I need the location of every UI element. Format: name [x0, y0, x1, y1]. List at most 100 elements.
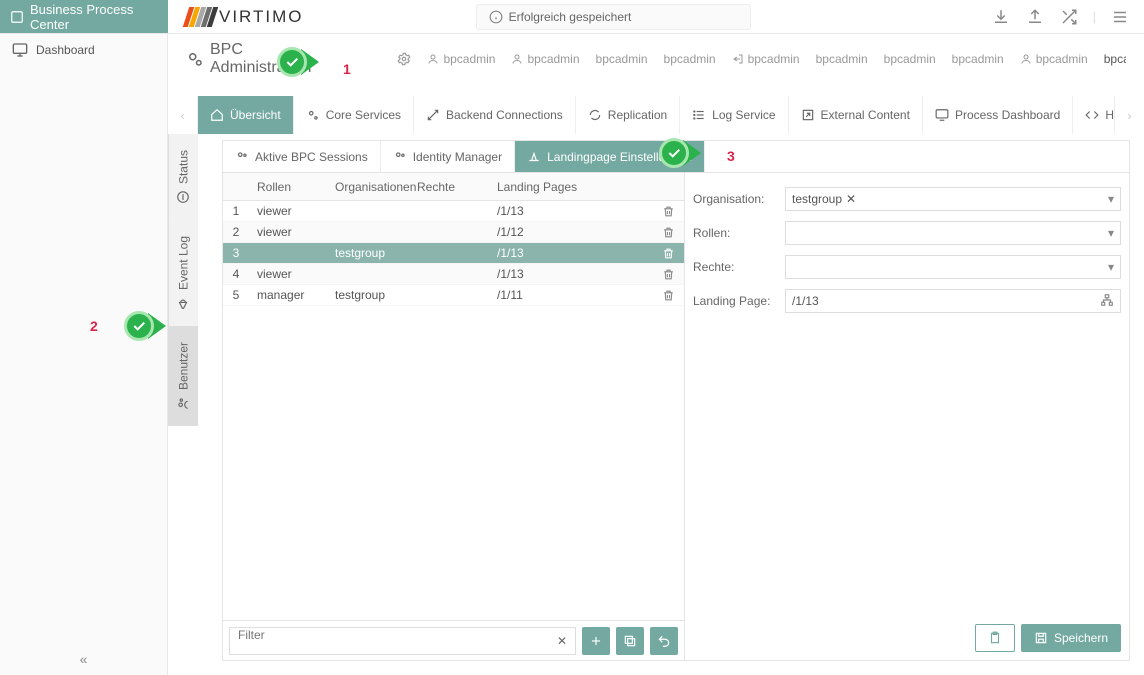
- tab-replication[interactable]: Replication: [576, 96, 680, 134]
- tab-uebersicht[interactable]: Übersicht: [198, 96, 294, 134]
- lp-label: Landing Page:: [693, 294, 775, 308]
- crumb-item[interactable]: bpcadmin: [664, 52, 716, 66]
- lp-input[interactable]: /1/13: [785, 289, 1121, 313]
- gears-icon: [186, 50, 204, 68]
- user-icon: [511, 53, 523, 65]
- remove-chip-icon[interactable]: ✕: [846, 192, 856, 206]
- crumb-item[interactable]: bpcadmin: [1020, 52, 1088, 66]
- save-icon: [1034, 631, 1048, 645]
- tab-log-service[interactable]: Log Service: [680, 96, 788, 134]
- table-row[interactable]: 5 manager testgroup /1/11: [223, 285, 684, 306]
- expand-icon: [426, 108, 440, 122]
- org-select[interactable]: testgroup ✕ ▾: [785, 187, 1121, 211]
- minus-circle-icon: [177, 190, 191, 204]
- list-icon: [692, 108, 706, 122]
- external-icon: [801, 108, 815, 122]
- tab-html-content[interactable]: HTML Content: [1073, 96, 1114, 134]
- crumb-item[interactable]: bpcadmin: [511, 52, 579, 66]
- crumb-item[interactable]: bpcadmin: [884, 52, 936, 66]
- notification-toast: Erfolgreich gespeichert: [476, 4, 751, 30]
- landing-icon: [527, 150, 541, 164]
- vtab-benutzer[interactable]: Benutzer: [168, 326, 198, 426]
- save-button[interactable]: Speichern: [1021, 624, 1121, 652]
- plus-icon: [589, 634, 603, 648]
- annotation-num-3: 3: [727, 148, 735, 164]
- tab-process-dashboard[interactable]: Process Dashboard: [923, 96, 1073, 134]
- sidebar-item-dashboard[interactable]: Dashboard: [0, 34, 167, 66]
- undo-icon: [657, 634, 671, 648]
- annotation-num-2: 2: [90, 318, 98, 334]
- copy-button[interactable]: [616, 627, 644, 655]
- table-row[interactable]: 1 viewer /1/13: [223, 201, 684, 222]
- add-button[interactable]: [582, 627, 610, 655]
- sidebar-item-label: Dashboard: [36, 43, 95, 57]
- tab-external-content[interactable]: External Content: [789, 96, 923, 134]
- col-org[interactable]: Organisationen: [335, 180, 417, 194]
- megaphone-icon: [177, 296, 191, 310]
- exit-icon: [732, 53, 744, 65]
- brand-icon: [10, 10, 24, 24]
- copy-icon: [623, 634, 637, 648]
- clipboard-button[interactable]: [975, 624, 1015, 652]
- download-icon[interactable]: [991, 7, 1011, 27]
- users-icon: [177, 396, 191, 410]
- monitor-icon: [12, 42, 28, 58]
- table-row[interactable]: 3 testgroup /1/13: [223, 243, 684, 264]
- gear-icon: [397, 52, 411, 66]
- clear-filter-button[interactable]: ✕: [557, 634, 567, 648]
- chevron-down-icon: ▾: [1108, 192, 1114, 206]
- delete-row-button[interactable]: [653, 247, 683, 260]
- user-icon: [1020, 53, 1032, 65]
- monitor-icon: [935, 108, 949, 122]
- tabs-scroll-left[interactable]: ‹: [168, 96, 198, 134]
- users-icon: [393, 150, 407, 164]
- vtab-event-log[interactable]: Event Log: [168, 220, 198, 326]
- filter-input[interactable]: [238, 628, 567, 642]
- table-header: Rollen Organisationen Rechte Landing Pag…: [223, 173, 684, 201]
- tab-backend-connections[interactable]: Backend Connections: [414, 96, 576, 134]
- upload-icon[interactable]: [1025, 7, 1045, 27]
- subtab-identity[interactable]: Identity Manager: [381, 141, 515, 172]
- rechte-select[interactable]: ▾: [785, 255, 1121, 279]
- col-rollen[interactable]: Rollen: [249, 180, 335, 194]
- col-rechte[interactable]: Rechte: [417, 180, 497, 194]
- breadcrumb-list: bpcadmin bpcadmin bpcadmin bpcadmin bpca…: [397, 52, 1126, 66]
- crumb-item[interactable]: bpcadmin: [952, 52, 1004, 66]
- chevron-down-icon: ▾: [1108, 226, 1114, 240]
- rollen-select[interactable]: ▾: [785, 221, 1121, 245]
- check-icon: [284, 54, 300, 70]
- shuffle-icon[interactable]: [1059, 7, 1079, 27]
- top-icons: |: [991, 7, 1144, 27]
- home-icon: [210, 108, 224, 122]
- subtab-sessions[interactable]: Aktive BPC Sessions: [223, 141, 381, 172]
- sitemap-icon[interactable]: [1100, 293, 1114, 310]
- top-header: Business Process Center VIRTIMO Erfolgre…: [0, 0, 1144, 34]
- table-row[interactable]: 4 viewer /1/13: [223, 264, 684, 285]
- rechte-label: Rechte:: [693, 260, 775, 274]
- tabs-scroll-right[interactable]: ›: [1114, 96, 1144, 134]
- menu-icon[interactable]: [1110, 7, 1130, 27]
- vtab-status[interactable]: Status: [168, 134, 198, 220]
- delete-row-button[interactable]: [653, 205, 683, 218]
- crumb-item[interactable]: bpcadmin: [816, 52, 868, 66]
- delete-row-button[interactable]: [653, 226, 683, 239]
- logo-bars-icon: [186, 7, 215, 27]
- trash-icon: [662, 205, 675, 218]
- crumb-item[interactable]: bpcadmin: [732, 52, 800, 66]
- trash-icon: [662, 289, 675, 302]
- check-icon: [131, 318, 147, 334]
- crumb-item[interactable]: bpcadmin: [596, 52, 648, 66]
- crumb-item[interactable]: bpcadmin: [427, 52, 495, 66]
- col-lp[interactable]: Landing Pages: [497, 180, 653, 194]
- horizontal-tabs: ‹ Übersicht Core Services Backend Connec…: [168, 96, 1144, 134]
- delete-row-button[interactable]: [653, 268, 683, 281]
- user-icon: [427, 53, 439, 65]
- trash-icon: [662, 247, 675, 260]
- annotation-3: [659, 138, 703, 182]
- undo-button[interactable]: [650, 627, 678, 655]
- crumb-item[interactable]: bpcadmin ▾: [1104, 52, 1126, 66]
- tab-core-services[interactable]: Core Services: [294, 96, 414, 134]
- collapse-sidebar-button[interactable]: «: [80, 651, 88, 667]
- delete-row-button[interactable]: [653, 289, 683, 302]
- table-row[interactable]: 2 viewer /1/12: [223, 222, 684, 243]
